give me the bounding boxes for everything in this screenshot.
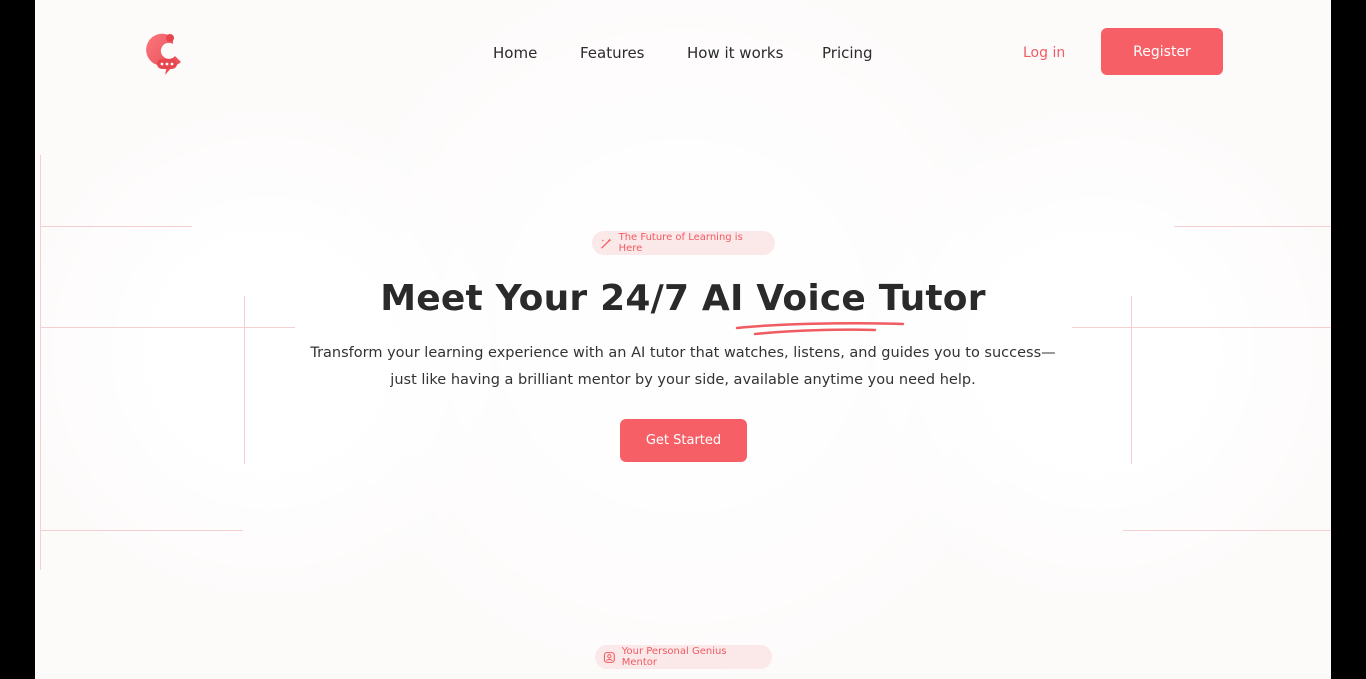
landing-page: Home Features How it works Pricing Log i… [35, 0, 1331, 679]
grid-line [1123, 530, 1331, 531]
user-badge-icon [603, 651, 615, 663]
nav-label: Pricing [822, 44, 873, 62]
nav-features[interactable]: Features [580, 42, 645, 64]
logo[interactable] [143, 29, 183, 77]
magic-wand-icon [601, 237, 612, 248]
hero-subtitle: Transform your learning experience with … [35, 340, 1331, 394]
nav-label: Home [493, 44, 538, 62]
section-badge: Your Personal Genius Mentor [595, 645, 772, 669]
nav-home[interactable]: Home [493, 42, 537, 64]
chat-bubble-c-logo-icon [146, 33, 181, 75]
nav-pricing[interactable]: Pricing [822, 42, 873, 64]
register-label: Register [1133, 43, 1191, 60]
grid-line [1072, 327, 1331, 328]
grid-line [1174, 226, 1331, 227]
nav-label: Features [580, 44, 645, 62]
hero-title: Meet Your 24/7 AI Voice Tutor [380, 278, 986, 319]
nav-how-it-works[interactable]: How it works [687, 42, 783, 64]
hero-subtitle-line1: Transform your learning experience with … [310, 345, 1056, 361]
hero-badge: The Future of Learning is Here [592, 231, 775, 255]
grid-line [40, 530, 243, 531]
get-started-label: Get Started [645, 433, 722, 448]
hero-badge-text: The Future of Learning is Here [618, 232, 743, 254]
register-button[interactable]: Register [1101, 28, 1223, 75]
login-link[interactable]: Log in [1023, 42, 1065, 64]
grid-line [40, 327, 295, 328]
nav-label: How it works [687, 44, 784, 62]
grid-line [40, 226, 192, 227]
section-badge-text: Your Personal Genius Mentor [621, 646, 727, 668]
get-started-button[interactable]: Get Started [620, 419, 747, 462]
hero-subtitle-line2: just like having a brilliant mentor by y… [390, 372, 976, 388]
scribble-underline-icon [735, 321, 905, 336]
